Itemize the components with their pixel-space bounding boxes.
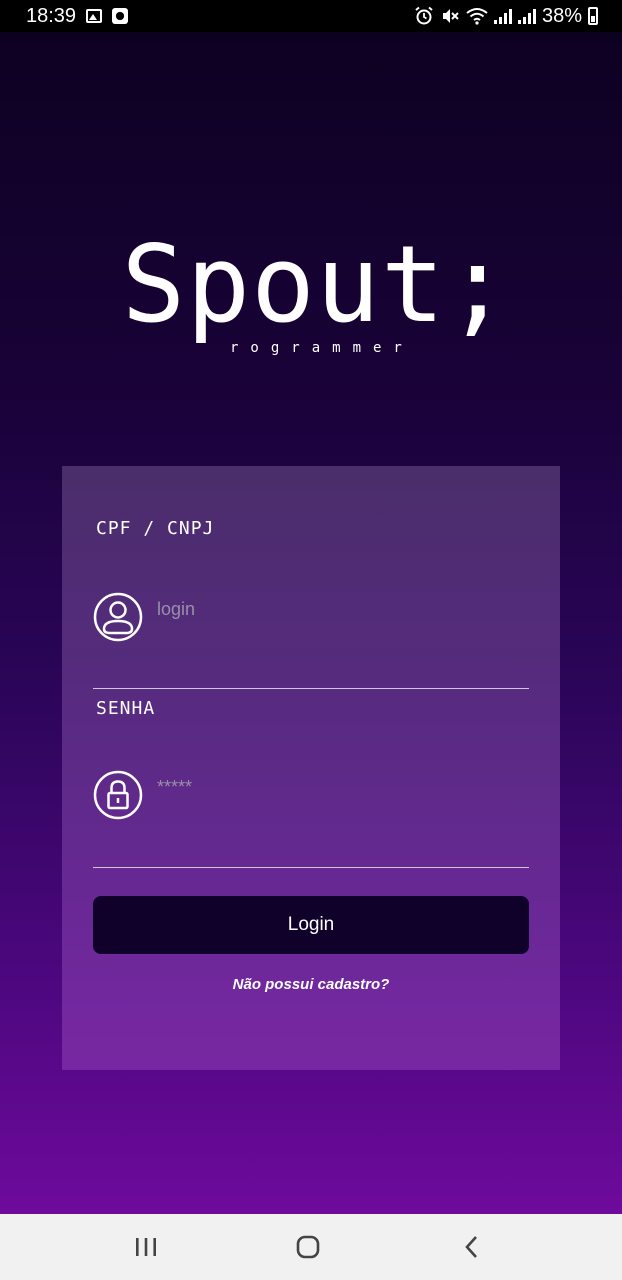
home-icon <box>296 1235 320 1259</box>
alarm-icon <box>415 6 433 25</box>
back-button[interactable] <box>452 1230 492 1264</box>
mute-icon <box>442 9 459 23</box>
status-bar: 18:39 38% <box>0 0 622 32</box>
screen: 18:39 38% Spout; rogrammer CPF / CNPJ lo… <box>0 0 622 1280</box>
app-background: Spout; rogrammer CPF / CNPJ SENHA <box>0 32 622 1214</box>
battery-percent: 38% <box>541 4 582 27</box>
navigation-bar <box>0 1214 622 1280</box>
logo-subtitle: rogrammer <box>230 340 414 356</box>
status-time: 18:39 <box>26 4 77 27</box>
record-icon <box>112 8 129 24</box>
signal-icon <box>493 8 512 24</box>
user-icon <box>93 592 143 642</box>
home-button[interactable] <box>288 1230 328 1264</box>
login-field-row <box>93 592 529 689</box>
login-input[interactable] <box>157 594 517 624</box>
register-link[interactable]: Não possui cadastro? <box>62 976 560 993</box>
password-field-row <box>93 770 529 868</box>
recent-apps-icon <box>136 1238 156 1256</box>
recent-apps-button[interactable] <box>126 1230 166 1264</box>
battery-icon <box>588 7 598 25</box>
login-card: CPF / CNPJ SENHA Login <box>62 466 560 1070</box>
wifi-icon <box>466 8 488 25</box>
cpf-label: CPF / CNPJ <box>96 518 215 539</box>
password-input[interactable] <box>157 772 517 802</box>
signal-icon <box>517 8 536 24</box>
password-label: SENHA <box>96 698 156 719</box>
login-button[interactable]: Login <box>93 896 529 954</box>
status-left: 18:39 <box>26 4 129 28</box>
lock-icon <box>93 770 143 820</box>
back-icon <box>465 1236 477 1258</box>
status-right: 38% <box>414 5 598 28</box>
logo-word: Spout; <box>121 223 511 346</box>
logo: Spout; rogrammer <box>0 223 622 357</box>
image-icon <box>86 9 103 23</box>
